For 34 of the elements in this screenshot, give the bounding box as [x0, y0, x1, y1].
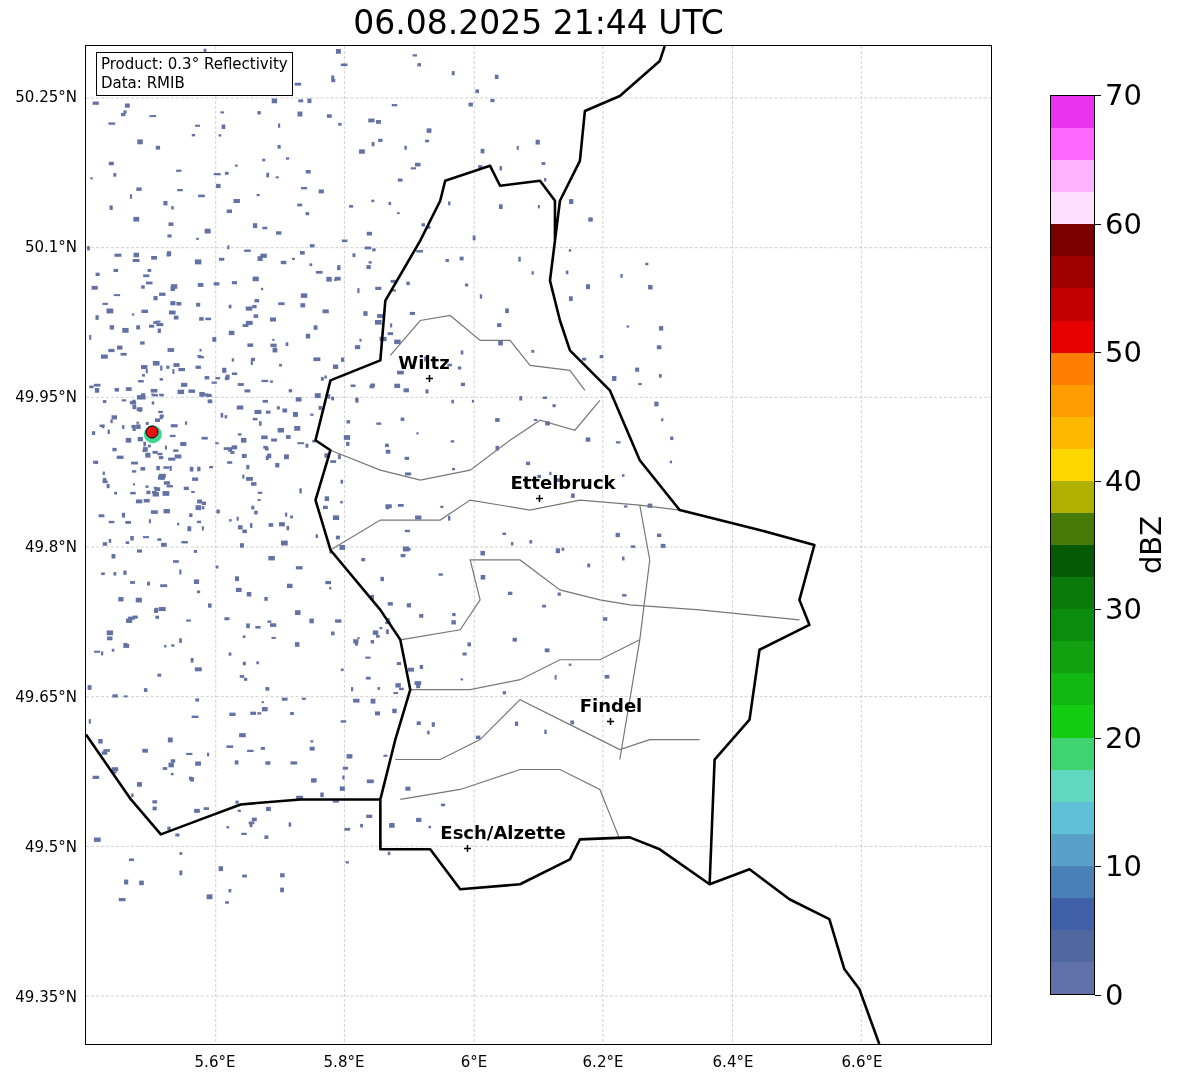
longitude-label: 5.8°E [323, 1053, 365, 1071]
colorbar-tick-label: 40 [1105, 463, 1142, 498]
latitude-label: 50.25°N [15, 88, 77, 106]
city-marker-icon [607, 718, 614, 725]
city-marker-icon [426, 375, 433, 382]
longitude-label: 6°E [460, 1053, 488, 1071]
city-marker-icon [536, 495, 543, 502]
longitude-label: 6.4°E [712, 1053, 754, 1071]
longitude-label: 5.6°E [194, 1053, 236, 1071]
colorbar-tick-label: 30 [1105, 592, 1142, 627]
city-label: Ettelbruck [510, 471, 616, 493]
info-text: Product: 0.3° Reflectivity [101, 55, 288, 74]
latitude-label: 49.8°N [24, 538, 77, 556]
latitude-label: 49.95°N [15, 388, 77, 406]
chart-title: 06.08.2025 21:44 UTC [353, 3, 724, 42]
colorbar-tick-label: 10 [1105, 849, 1142, 884]
city-label: Esch/Alzette [440, 821, 566, 843]
latitude-label: 49.65°N [15, 688, 77, 706]
longitude-label: 6.6°E [841, 1053, 883, 1071]
longitude-label: 6.2°E [582, 1053, 624, 1071]
info-text: Data: RMIB [101, 74, 186, 93]
colorbar-label: dBZ [1134, 515, 1168, 575]
latitude-label: 49.5°N [24, 838, 77, 856]
city-label: Wiltz [398, 351, 450, 373]
latitude-label: 50.1°N [24, 238, 77, 256]
city-label: Findel [579, 694, 643, 716]
colorbar-tick-label: 0 [1105, 978, 1124, 1012]
colorbar-tick-label: 50 [1105, 335, 1142, 370]
radar-site-icon [145, 425, 159, 439]
colorbar-tick-label: 70 [1105, 78, 1142, 112]
city-marker-icon [464, 845, 471, 852]
latitude-label: 49.35°N [15, 988, 77, 1006]
colorbar-tick-label: 60 [1105, 206, 1142, 241]
colorbar-tick-label: 20 [1105, 720, 1142, 755]
